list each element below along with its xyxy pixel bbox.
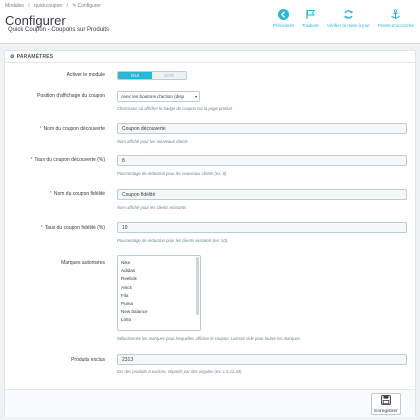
breadcrumb-quickcoupon[interactable]: quickcoupon [34,3,62,9]
floppy-disk-icon [381,394,391,407]
excluded-help: IDs des produits à exclure, séparés par … [117,369,242,374]
brand-option[interactable]: Fila [121,292,197,300]
loyalty-name-input[interactable]: Coupon fidélité [117,189,407,200]
loyalty-rate-help: Pourcentage de réduction pour les client… [117,238,228,243]
listbox-scrollbar[interactable] [196,257,199,315]
loyalty-name-help: Nom affiché pour les clients existants [117,205,187,210]
brand-option[interactable]: Reebok [121,275,197,283]
precedent-button[interactable]: Précédent [271,8,296,38]
position-select[interactable]: Avec les boutons d'action (disp ▾ [117,91,200,102]
brand-option[interactable]: New balance [121,308,197,316]
discovery-name-help: Nom affiché pour les nouveaux clients [117,139,188,144]
traduire-button[interactable]: Traduire [300,8,321,38]
gear-icon: ⚙ [10,54,15,60]
panel-heading: ⚙ PARAMÈTRES [5,51,415,63]
save-label: Enregistrer [374,408,398,414]
brand-option[interactable]: Puma [121,300,197,308]
brands-listbox[interactable]: Nike Adidas Reebok Asics Fila Puma New b… [117,255,201,331]
active-switch[interactable]: OUI NON [117,71,187,80]
verifier-button[interactable]: Vérifier la mise à jour [325,8,372,38]
brands-label: Marques autorisées [61,260,105,266]
position-label: Position d'affichage du coupon [37,93,105,99]
discovery-rate-input[interactable]: 8 [117,155,407,166]
toolbar: Précédent Traduire Vérifier la mise à jo… [271,8,416,38]
position-help: Choisissez où afficher le badge de coupo… [117,106,232,111]
precedent-label: Précédent [272,23,294,28]
brand-option[interactable]: Adidas [121,267,197,275]
required-mark: * [39,126,42,132]
breadcrumb: Modules / quickcoupon / ✎Configurer [5,3,107,9]
accrocher-button[interactable]: Points d'accroche [376,8,416,38]
brand-option[interactable]: Asics [121,284,197,292]
panel-title: PARAMÈTRES [16,54,54,60]
breadcrumb-sep: / [28,3,30,9]
anchor-icon [390,8,402,20]
page-header: Modules / quickcoupon / ✎Configurer Conf… [0,0,420,44]
loyalty-name-label: * Nom du coupon fidélité [50,191,105,197]
breadcrumb-configurer: ✎Configurer [72,3,104,9]
discovery-rate-help: Pourcentage de réduction pour les nouvea… [117,171,227,176]
excluded-input[interactable]: 2313 [117,354,407,365]
wrench-icon: ✎ [72,3,77,9]
discovery-name-text: Nom du coupon découverte [43,126,105,132]
panel-footer: Enregistrer [5,389,415,417]
loyalty-rate-input[interactable]: 10 [117,222,407,233]
traduire-label: Traduire [301,23,319,28]
discovery-name-input[interactable]: Coupon découverte [117,123,407,134]
required-mark: * [30,157,33,163]
back-arrow-icon [277,8,289,20]
active-label: Activer le module [66,72,105,78]
required-mark: * [40,225,43,231]
breadcrumb-current: Configurer [77,3,101,9]
switch-on[interactable]: OUI [118,72,152,79]
discovery-name-label: * Nom du coupon découverte [40,126,105,132]
page-title: Configurer [5,13,66,28]
switch-off[interactable]: NON [152,72,186,79]
verifier-label: Vérifier la mise à jour [326,23,370,28]
accrocher-label: Points d'accroche [377,23,414,28]
chevron-down-icon: ▾ [194,94,197,99]
refresh-icon [342,8,354,20]
breadcrumb-sep: / [66,3,68,9]
save-button[interactable]: Enregistrer [371,393,401,415]
excluded-label: Produits exclus [71,357,105,363]
position-value: Avec les boutons d'action (disp [121,94,185,99]
required-mark: * [49,191,52,197]
brand-option[interactable]: Nike [121,259,197,267]
breadcrumb-modules[interactable]: Modules [5,3,24,9]
brand-option[interactable]: Lotto [121,316,197,324]
loyalty-rate-text: Taux du coupon fidélité (%) [44,225,105,231]
settings-panel: ⚙ PARAMÈTRES Activer le module OUI NON Po… [4,50,416,417]
page-subtitle: Quick Coupon - Coupons sur Produits [8,27,110,33]
discovery-rate-text: Taux du coupon découverte (%) [34,157,105,163]
flag-icon [304,8,316,20]
loyalty-name-text: Nom du coupon fidélité [53,191,105,197]
discovery-rate-label: * Taux du coupon découverte (%) [30,157,105,163]
brands-help: Sélectionnez les marques pour lesquelles… [117,336,302,341]
loyalty-rate-label: * Taux du coupon fidélité (%) [41,225,105,231]
